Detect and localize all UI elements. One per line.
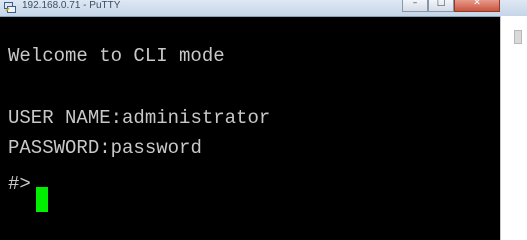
username-label: USER NAME: — [8, 107, 123, 129]
putty-window: 192.168.0.71 - PuTTY – □ ✕ Welcome to CL… — [0, 0, 527, 240]
scrollbar-thumb[interactable] — [514, 30, 522, 44]
minimize-icon: – — [412, 0, 418, 8]
password-label: PASSWORD: — [8, 137, 111, 159]
scrollbar-track[interactable] — [500, 16, 527, 240]
putty-icon — [4, 2, 16, 13]
username-line: USER NAME:administrator — [8, 107, 270, 129]
window-title: 192.168.0.71 - PuTTY — [22, 0, 121, 11]
username-value: administrator — [122, 107, 271, 129]
text-cursor[interactable] — [36, 187, 48, 212]
command-prompt: #> — [8, 173, 31, 195]
title-bar[interactable]: 192.168.0.71 - PuTTY – □ ✕ — [0, 0, 527, 17]
close-button[interactable]: ✕ — [454, 0, 500, 12]
password-line: PASSWORD:password — [8, 137, 202, 159]
maximize-icon: □ — [436, 0, 446, 8]
maximize-button[interactable]: □ — [428, 0, 454, 12]
minimize-button[interactable]: – — [402, 0, 428, 12]
welcome-message: Welcome to CLI mode — [8, 45, 225, 67]
password-value: password — [110, 137, 202, 159]
close-icon: ✕ — [473, 0, 481, 8]
